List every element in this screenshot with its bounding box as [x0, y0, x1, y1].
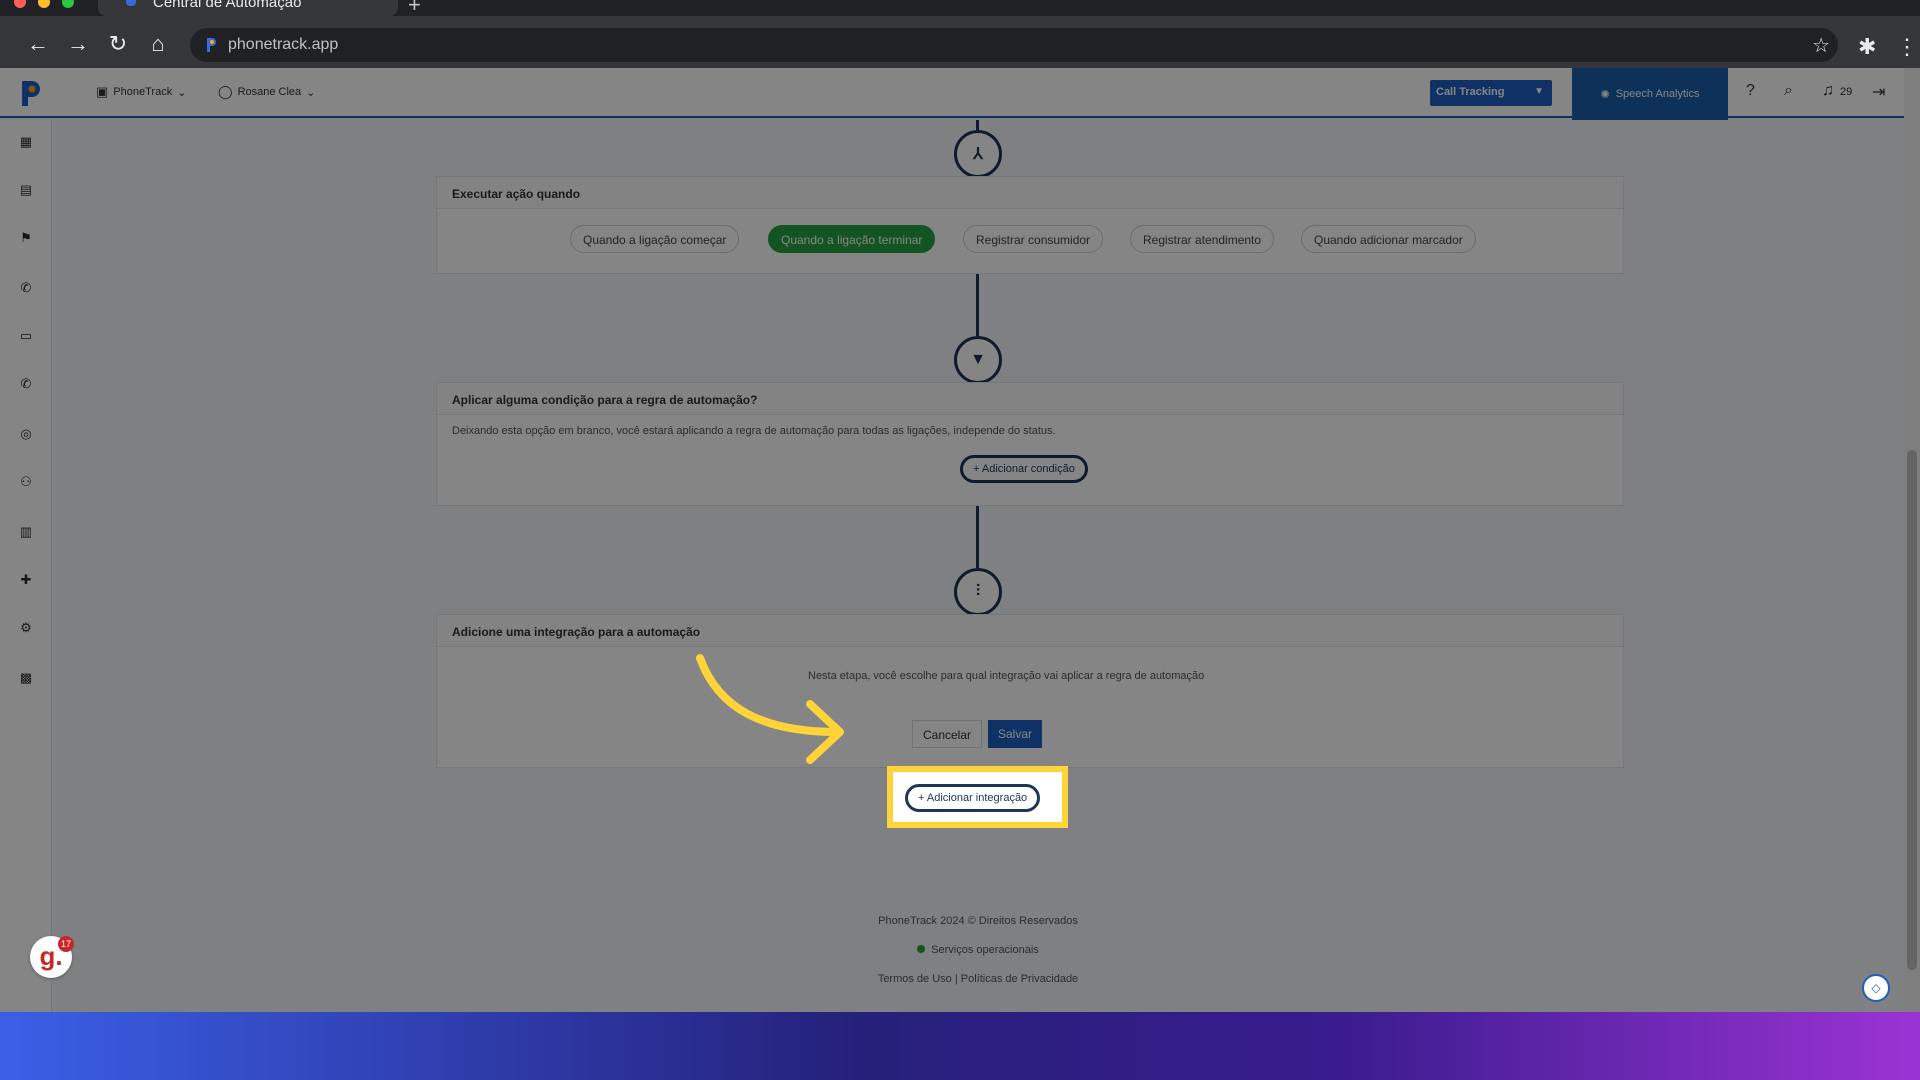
trigger-step-node: ⅄	[954, 130, 1002, 178]
id-card-icon[interactable]: ▭	[18, 328, 34, 344]
condition-description: Deixando esta opção em branco, você esta…	[452, 425, 1056, 437]
footer-status: Serviços operacionais	[52, 944, 1904, 956]
tab-title: Central de Automação	[153, 0, 302, 11]
condition-step-node: ▼	[954, 336, 1002, 384]
phone-icon[interactable]: ✆	[18, 280, 34, 296]
trigger-option-add-tag[interactable]: Quando adicionar marcador	[1301, 225, 1476, 253]
footer-separator: |	[954, 973, 958, 985]
users-icon[interactable]: ⚇	[18, 474, 34, 490]
home-icon[interactable]: ⌂	[144, 30, 172, 58]
trigger-card-title: Executar ação quando	[437, 177, 1623, 209]
status-ok-icon	[917, 945, 926, 953]
sidebar: ▦ ▤ ⚑ ✆ ▭ ✆ ◎ ⚇ ▥ ✚ ⚙ ▩	[0, 120, 52, 1012]
phone-call-icon[interactable]: ✆	[18, 376, 34, 392]
flag-icon[interactable]: ⚑	[18, 230, 34, 246]
integration-step-node: ⫶	[954, 568, 1002, 616]
chevron-down-icon: ⌄	[306, 86, 316, 99]
flow-connector	[976, 506, 979, 568]
pointer-arrow-icon	[696, 654, 844, 764]
condition-card-title: Aplicar alguma condição para a regra de …	[437, 383, 1623, 415]
notifications-count: 29	[1840, 86, 1853, 98]
filter-icon: ▼	[970, 351, 986, 368]
integration-card-title: Adicione uma integração para a automação	[437, 615, 1623, 647]
add-integration-button[interactable]: + Adicionar integração	[905, 784, 1041, 812]
browser-menu-icon[interactable]: ⋮	[1896, 34, 1918, 60]
scrollbar-thumb[interactable]	[1907, 450, 1917, 970]
trigger-option-call-start[interactable]: Quando a ligação começar	[570, 225, 740, 253]
url-text: phonetrack.app	[228, 36, 339, 53]
chevron-down-icon: ⌄	[177, 86, 187, 99]
bookmark-star-icon[interactable]: ☆	[1812, 33, 1830, 58]
add-condition-label: Adicionar condição	[981, 463, 1075, 475]
help-icon[interactable]: ?	[1746, 82, 1755, 100]
back-icon[interactable]: ←	[24, 30, 52, 58]
privacy-link[interactable]: Políticas de Privacidade	[961, 973, 1078, 985]
flow-connector	[976, 274, 979, 336]
footer-copyright: PhoneTrack 2024 © Direitos Reservados	[878, 915, 1078, 927]
condition-card: Aplicar alguma condição para a regra de …	[436, 382, 1624, 506]
logout-icon[interactable]: ⇥	[1872, 82, 1885, 102]
close-window-icon[interactable]	[14, 0, 26, 8]
plus-icon: +	[918, 792, 925, 804]
minimize-window-icon[interactable]	[38, 0, 50, 8]
trigger-option-register-service[interactable]: Registrar atendimento	[1130, 225, 1275, 253]
user-menu-label: Rosane Clea	[237, 86, 302, 98]
address-bar[interactable]: phonetrack.app ☆	[190, 28, 1838, 62]
brain-icon: ✺	[1600, 88, 1610, 101]
save-button[interactable]: Salvar	[988, 720, 1042, 748]
extensions-icon[interactable]: ✱	[1858, 34, 1876, 60]
account-menu-label: PhoneTrack	[113, 86, 173, 98]
highlight-box: + Adicionar integração	[887, 766, 1068, 828]
user-icon: ◯	[218, 84, 233, 99]
add-condition-button[interactable]: + Adicionar condição	[960, 455, 1088, 483]
library-icon[interactable]: ▥	[18, 524, 34, 540]
store-icon[interactable]: ▩	[18, 670, 34, 686]
building-icon[interactable]: ▤	[18, 182, 34, 198]
target-icon[interactable]: ◎	[18, 426, 34, 442]
footer-status-label: Serviços operacionais	[931, 944, 1039, 956]
settings-gear-icon[interactable]: ⚙	[18, 620, 34, 636]
trigger-option-register-consumer[interactable]: Registrar consumidor	[963, 225, 1104, 253]
desktop-background	[0, 1012, 1920, 1080]
browser-tab-strip: Central de Automação +	[0, 0, 1920, 17]
bell-icon[interactable]: ♫	[1822, 82, 1834, 100]
trigger-option-call-end[interactable]: Quando a ligação terminar	[768, 225, 936, 253]
briefcase-icon: ▣	[96, 84, 109, 99]
site-favicon-icon	[207, 38, 216, 52]
cancel-button[interactable]: Cancelar	[912, 720, 982, 748]
reload-icon[interactable]: ↻	[104, 30, 132, 58]
puzzle-icon[interactable]: ✚	[18, 572, 34, 588]
plus-icon: +	[973, 463, 980, 475]
g-widget-count: 17	[58, 936, 74, 952]
caret-down-icon: ▼	[1534, 86, 1544, 97]
integration-description: Nesta etapa, você escolhe para qual inte…	[808, 670, 1205, 682]
page-scrollbar[interactable]	[1904, 68, 1920, 1012]
flow-connector	[976, 120, 979, 130]
web-page: ▣ PhoneTrack ⌄ ◯ Rosane Clea ⌄ Call Trac…	[0, 68, 1920, 1012]
trigger-card: Executar ação quando Quando a ligação co…	[436, 176, 1624, 274]
app-header: ▣ PhoneTrack ⌄ ◯ Rosane Clea ⌄ Call Trac…	[0, 68, 1904, 120]
dashboard-icon[interactable]: ▦	[18, 134, 34, 150]
add-integration-label: Adicionar integração	[926, 792, 1028, 804]
terms-link[interactable]: Termos de Uso	[878, 973, 952, 985]
browser-tab-active[interactable]: Central de Automação	[98, 0, 398, 16]
speech-analytics-label: Speech Analytics	[1615, 88, 1700, 100]
phonetrack-logo-icon[interactable]	[18, 78, 44, 108]
page-footer: PhoneTrack 2024 © Direitos Reservados Se…	[52, 900, 1904, 1008]
maximize-window-icon[interactable]	[62, 0, 74, 8]
automation-builder: ⅄ Executar ação quando Quando a ligação …	[52, 120, 1904, 968]
branch-icon: ⅄	[973, 146, 983, 163]
footer-links: Termos de Uso | Políticas de Privacidade	[52, 973, 1904, 985]
forward-icon[interactable]: →	[64, 30, 92, 58]
product-select-label: Call Tracking	[1436, 86, 1505, 98]
user-menu[interactable]: ◯ Rosane Clea ⌄	[218, 84, 315, 100]
sliders-icon: ⫶	[975, 583, 980, 600]
product-select[interactable]: Call Tracking ▼	[1430, 80, 1552, 106]
account-menu[interactable]: ▣ PhoneTrack ⌄	[96, 84, 186, 100]
tab-favicon-icon	[126, 0, 136, 6]
chat-support-icon[interactable]: ◇	[1862, 974, 1890, 1002]
speech-analytics-button[interactable]: ✺ Speech Analytics	[1572, 68, 1728, 120]
search-icon[interactable]: ⌕	[1784, 82, 1793, 100]
